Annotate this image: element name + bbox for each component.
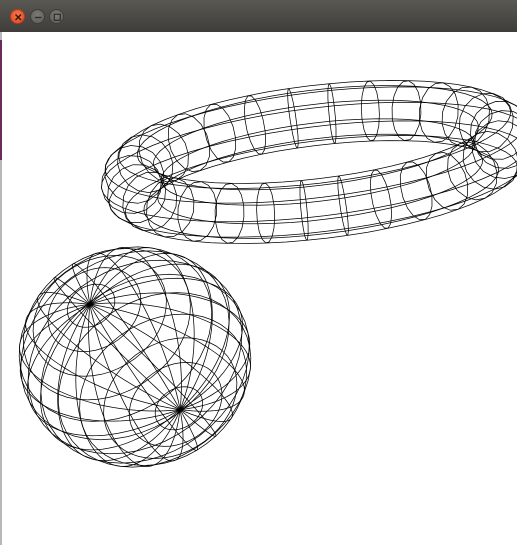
- torus-tube-line: [474, 110, 517, 169]
- sphere-longitude-line: [89, 302, 251, 410]
- torus-tube-line: [419, 82, 459, 143]
- torus-tube-line: [146, 177, 195, 238]
- torus-tube-line: [369, 169, 392, 229]
- sphere-latitude-line: [32, 255, 167, 377]
- sphere-longitude-line: [89, 247, 182, 410]
- torus-tube-line: [441, 86, 490, 147]
- torus-tube-line: [462, 131, 517, 190]
- sphere-longitude-line: [88, 304, 181, 467]
- torus-tube-line: [327, 83, 337, 144]
- sphere-longitude-line: [19, 304, 181, 412]
- torus-tube-line: [244, 95, 267, 155]
- torus-tube-line: [177, 181, 217, 242]
- torus-ring-line: [153, 99, 479, 191]
- wireframe-scene: [18, 80, 517, 468]
- torus-tube-line: [426, 152, 469, 211]
- torus-tube-line: [256, 182, 276, 244]
- wireframe-sphere: [18, 246, 252, 468]
- wireframe-torus: [101, 80, 517, 244]
- torus-tube-line: [399, 161, 433, 221]
- torus-tube-line: [391, 80, 422, 141]
- torus-tube-line: [287, 88, 299, 149]
- torus-tube-line: [214, 183, 245, 244]
- torus-tube-line: [167, 113, 210, 172]
- sphere-latitude-line: [103, 337, 238, 459]
- torus-ring-line: [157, 133, 483, 225]
- torus-tube-line: [337, 175, 349, 236]
- torus-tube-line: [101, 155, 162, 214]
- torus-tube-line: [203, 103, 237, 163]
- app-window: [0, 0, 517, 545]
- torus-tube-line: [360, 80, 380, 142]
- torus-tube-line: [299, 180, 309, 241]
